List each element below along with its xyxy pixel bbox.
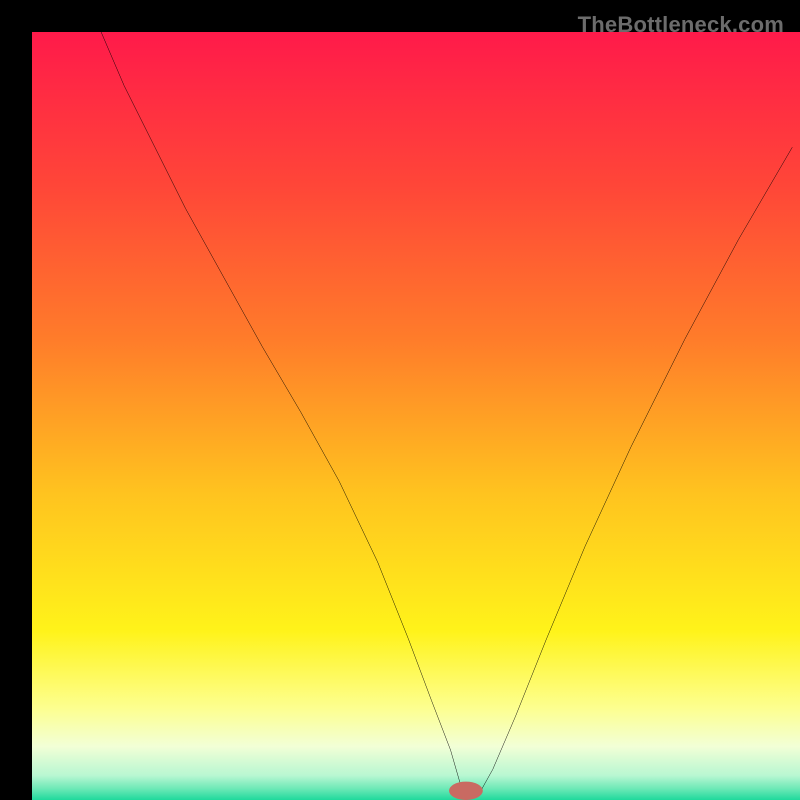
optimal-marker bbox=[449, 782, 483, 800]
chart-background bbox=[32, 32, 800, 800]
watermark-text: TheBottleneck.com bbox=[578, 12, 784, 38]
chart-frame: TheBottleneck.com bbox=[16, 16, 784, 784]
bottleneck-chart bbox=[32, 32, 800, 800]
